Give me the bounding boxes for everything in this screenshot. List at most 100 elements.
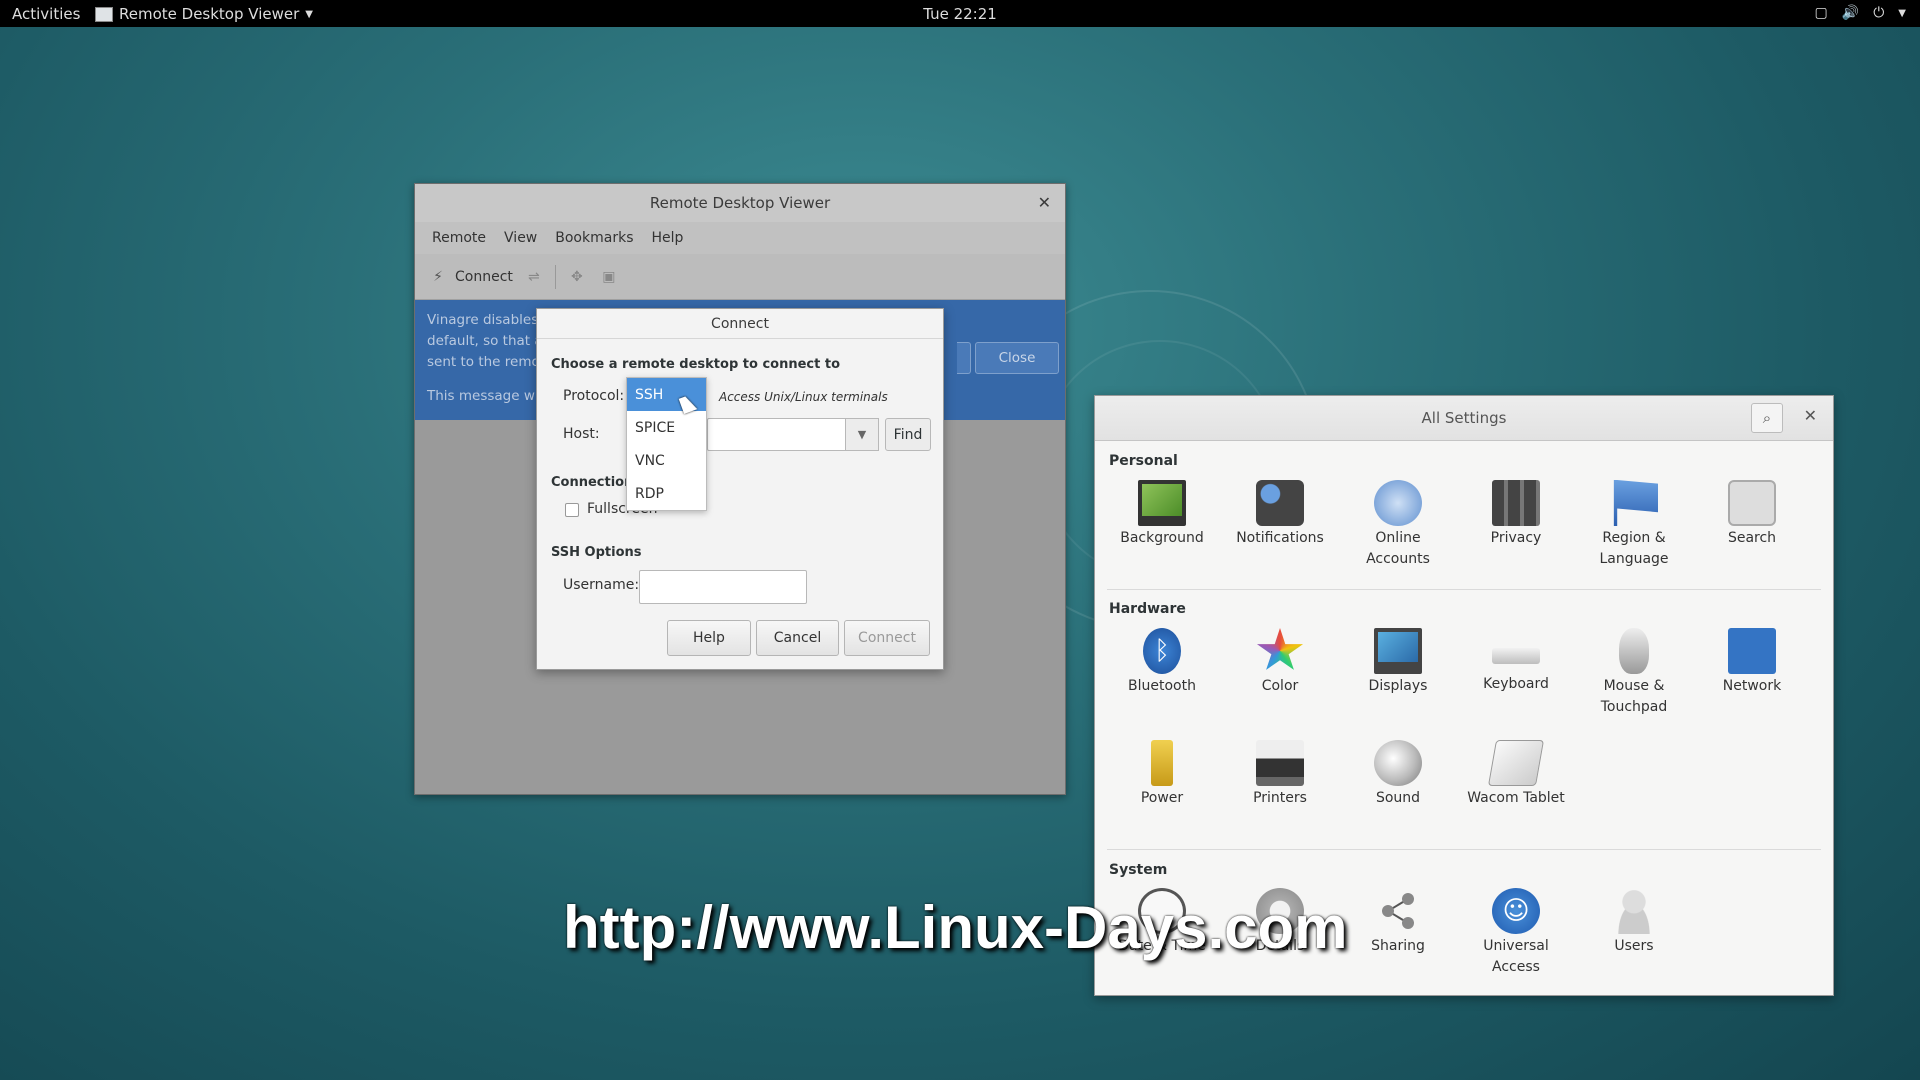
- settings-item-online-accounts[interactable]: Online Accounts: [1339, 480, 1457, 570]
- fullscreen-icon[interactable]: ✥: [566, 269, 588, 285]
- activities-button[interactable]: Activities: [12, 5, 80, 23]
- printer-icon: [1256, 740, 1304, 786]
- clock[interactable]: Tue 22:21: [923, 5, 997, 23]
- settings-titlebar[interactable]: All Settings ⌕ ✕: [1095, 396, 1833, 441]
- settings-item-users[interactable]: Users: [1575, 888, 1693, 957]
- screenshot-icon[interactable]: ▣: [598, 269, 620, 285]
- host-label: Host:: [563, 426, 600, 442]
- item-label-line2: Access: [1492, 959, 1540, 975]
- settings-item-keyboard[interactable]: Keyboard: [1457, 628, 1575, 695]
- plug-icon: ⚡: [433, 268, 443, 285]
- settings-item-displays[interactable]: Displays: [1339, 628, 1457, 697]
- fullscreen-checkbox[interactable]: [565, 503, 579, 517]
- network-icon: [1728, 628, 1776, 674]
- find-button[interactable]: Find: [885, 418, 931, 451]
- settings-item-search[interactable]: Search: [1693, 480, 1811, 549]
- settings-item-network[interactable]: Network: [1693, 628, 1811, 697]
- settings-item-printers[interactable]: Printers: [1221, 740, 1339, 809]
- toolbar: ⚡ Connect ⇌ ✥ ▣: [415, 254, 1065, 300]
- window-title: Remote Desktop Viewer: [649, 194, 831, 212]
- window-titlebar[interactable]: Remote Desktop Viewer ✕: [415, 184, 1065, 222]
- item-label: Notifications: [1236, 530, 1324, 546]
- settings-item-notifications[interactable]: Notifications: [1221, 480, 1339, 549]
- section-system: System: [1109, 862, 1168, 878]
- settings-item-power[interactable]: Power: [1103, 740, 1221, 809]
- accessibility-icon: ☺: [1492, 888, 1540, 934]
- protocol-dropdown[interactable]: SSH SPICE VNC RDP: [626, 377, 707, 511]
- top-bar: Activities Remote Desktop Viewer ▼ Tue 2…: [0, 0, 1920, 27]
- menu-remote[interactable]: Remote: [423, 230, 495, 246]
- dialog-heading: Choose a remote desktop to connect to: [551, 357, 841, 372]
- item-label: Power: [1140, 790, 1184, 806]
- settings-item-color[interactable]: Color: [1221, 628, 1339, 697]
- item-label: Network: [1722, 678, 1782, 694]
- item-label-line2: Touchpad: [1600, 699, 1668, 715]
- hidden-button-edge[interactable]: [957, 342, 971, 374]
- share-icon: [1374, 888, 1422, 934]
- item-label-line2: Accounts: [1366, 551, 1430, 567]
- bluetooth-icon: ᛒ: [1143, 628, 1181, 674]
- connect-toolbar-button[interactable]: ⚡ Connect: [427, 269, 513, 285]
- color-icon: [1256, 628, 1304, 670]
- online-accounts-icon: [1374, 480, 1422, 526]
- close-icon[interactable]: ✕: [1038, 193, 1051, 212]
- item-label: Sharing: [1371, 938, 1425, 954]
- section-hardware: Hardware: [1109, 601, 1186, 617]
- window-icon: ▢: [1814, 5, 1828, 21]
- item-label: Region &: [1602, 530, 1666, 546]
- settings-item-mouse-touchpad[interactable]: Mouse & Touchpad: [1575, 628, 1693, 718]
- settings-item-sound[interactable]: Sound: [1339, 740, 1457, 809]
- section-personal: Personal: [1109, 453, 1178, 469]
- settings-item-universal-access[interactable]: ☺ Universal Access: [1457, 888, 1575, 978]
- item-label: Sound: [1375, 790, 1421, 806]
- disconnect-icon[interactable]: ⇌: [523, 269, 545, 285]
- item-label: Universal: [1483, 938, 1549, 954]
- item-label: Displays: [1368, 678, 1428, 694]
- settings-item-sharing[interactable]: Sharing: [1339, 888, 1457, 957]
- settings-item-wacom-tablet[interactable]: Wacom Tablet: [1457, 740, 1575, 809]
- protocol-option-vnc[interactable]: VNC: [627, 444, 706, 477]
- close-icon[interactable]: ✕: [1804, 406, 1817, 425]
- app-menu[interactable]: Remote Desktop Viewer ▼: [95, 5, 313, 23]
- chevron-down-icon[interactable]: ▼: [845, 418, 879, 451]
- connect-button[interactable]: Connect: [844, 620, 930, 656]
- menu-bar: Remote View Bookmarks Help: [415, 222, 1065, 254]
- settings-item-bluetooth[interactable]: ᛒ Bluetooth: [1103, 628, 1221, 697]
- system-tray[interactable]: ▢ 🔊 ⏻ ▼: [1815, 5, 1906, 21]
- users-icon: [1610, 888, 1658, 934]
- settings-title: All Settings: [1421, 409, 1507, 427]
- chevron-down-icon: ▼: [305, 8, 313, 20]
- menu-help[interactable]: Help: [642, 230, 692, 246]
- menu-bookmarks[interactable]: Bookmarks: [546, 230, 642, 246]
- item-label: Mouse &: [1603, 678, 1665, 694]
- settings-item-region-language[interactable]: Region & Language: [1575, 480, 1693, 570]
- power-icon: ⏻: [1873, 5, 1885, 21]
- item-label-line2: Language: [1599, 551, 1669, 567]
- watermark-url: http://www.Linux-Days.com: [563, 894, 1348, 961]
- privacy-icon: [1492, 480, 1540, 526]
- chevron-down-icon: ▼: [1898, 7, 1906, 19]
- help-button[interactable]: Help: [667, 620, 751, 656]
- info-close-button[interactable]: Close: [975, 342, 1059, 374]
- power-icon: [1151, 740, 1173, 786]
- app-menu-label: Remote Desktop Viewer: [119, 5, 300, 23]
- menu-view[interactable]: View: [495, 230, 546, 246]
- cancel-button[interactable]: Cancel: [756, 620, 839, 656]
- sound-icon: [1374, 740, 1422, 786]
- notifications-icon: [1256, 480, 1304, 526]
- item-label: Background: [1120, 530, 1204, 546]
- item-label: Wacom Tablet: [1467, 790, 1565, 806]
- connect-dialog: Connect Choose a remote desktop to conne…: [536, 308, 944, 670]
- host-input[interactable]: [707, 418, 847, 451]
- search-icon[interactable]: ⌕: [1751, 403, 1783, 433]
- protocol-option-rdp[interactable]: RDP: [627, 477, 706, 510]
- protocol-option-spice[interactable]: SPICE: [627, 411, 706, 444]
- item-label: Users: [1614, 938, 1654, 954]
- settings-item-privacy[interactable]: Privacy: [1457, 480, 1575, 549]
- connection-heading: Connection: [551, 475, 634, 490]
- flag-icon: [1613, 480, 1658, 526]
- dialog-title: Connect: [537, 309, 943, 339]
- search-icon: [1728, 480, 1776, 526]
- settings-item-background[interactable]: Background: [1103, 480, 1221, 549]
- username-input[interactable]: [639, 570, 807, 604]
